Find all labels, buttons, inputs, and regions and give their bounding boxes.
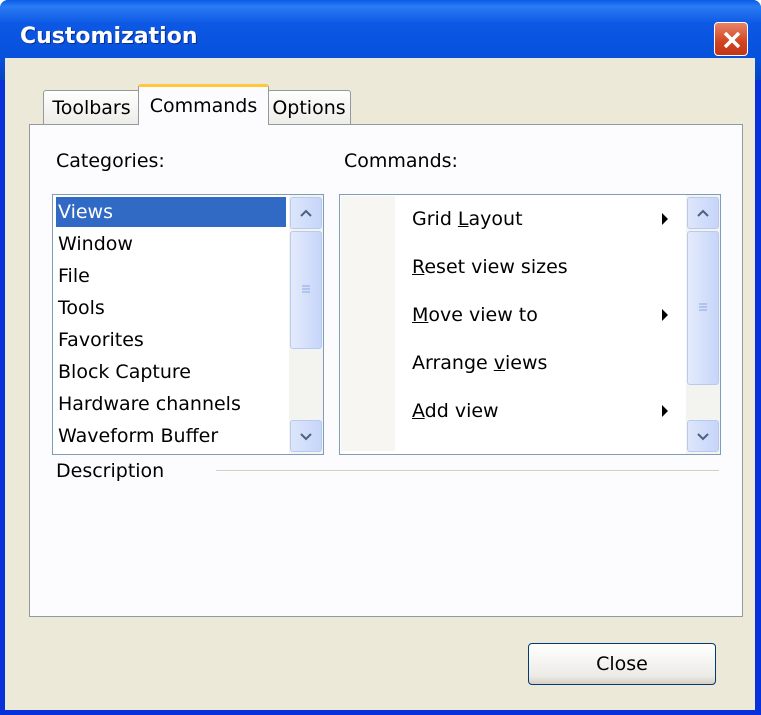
commands-scrollbar[interactable] (686, 195, 720, 454)
chevron-up-icon (697, 209, 709, 217)
commands-list[interactable]: Grid Layout Reset view sizes Move view t… (339, 194, 721, 455)
grip-icon (699, 303, 707, 311)
categories-scroll-up-button[interactable] (290, 197, 322, 229)
description-label: Description (56, 460, 165, 482)
dialog-body: Toolbars Commands Options Categories: Co… (5, 58, 755, 710)
categories-scroll-down-button[interactable] (290, 420, 322, 452)
submenu-arrow-icon (662, 405, 668, 417)
command-item-move-view-to[interactable]: Move view to (412, 300, 538, 330)
categories-scrollbar[interactable] (289, 195, 323, 454)
categories-label: Categories: (56, 150, 165, 172)
category-item-waveform-buffer[interactable]: Waveform Buffer (56, 421, 218, 451)
chevron-down-icon (300, 433, 312, 441)
category-item-favorites[interactable]: Favorites (56, 325, 144, 355)
command-item-grid-layout[interactable]: Grid Layout (412, 204, 523, 234)
category-item-file[interactable]: File (56, 261, 90, 291)
category-item-block-capture[interactable]: Block Capture (56, 357, 191, 387)
tab-options[interactable]: Options (267, 90, 351, 126)
commands-scroll-thumb[interactable] (687, 231, 719, 385)
close-x-icon (723, 31, 741, 49)
commands-label: Commands: (344, 150, 458, 172)
categories-scroll-thumb[interactable] (290, 231, 322, 349)
command-item-arrange-views[interactable]: Arrange views (412, 348, 547, 378)
chevron-down-icon (697, 433, 709, 441)
tab-commands[interactable]: Commands (138, 84, 269, 125)
category-item-hardware-channels[interactable]: Hardware channels (56, 389, 241, 419)
submenu-arrow-icon (662, 213, 668, 225)
tab-toolbars[interactable]: Toolbars (43, 90, 140, 126)
grip-icon (302, 285, 310, 293)
category-item-window[interactable]: Window (56, 229, 133, 259)
command-item-add-view[interactable]: Add view (412, 396, 499, 426)
window-close-button[interactable] (714, 22, 748, 56)
description-divider (216, 470, 719, 472)
commands-icon-gutter (341, 196, 395, 451)
window-title: Customization (20, 24, 198, 49)
command-item-reset-view-sizes[interactable]: Reset view sizes (412, 252, 568, 282)
categories-list[interactable]: Views Window File Tools Favorites Block … (52, 194, 324, 455)
category-item-tools[interactable]: Tools (56, 293, 105, 323)
submenu-arrow-icon (662, 309, 668, 321)
commands-scroll-down-button[interactable] (687, 420, 719, 452)
customization-window: Customization Toolbars Commands Options … (0, 0, 761, 715)
commands-scroll-up-button[interactable] (687, 197, 719, 229)
commands-tab-panel: Categories: Commands: Views Window File … (29, 124, 743, 617)
category-item-views[interactable]: Views (56, 197, 286, 227)
chevron-up-icon (300, 209, 312, 217)
close-button[interactable]: Close (528, 643, 716, 685)
